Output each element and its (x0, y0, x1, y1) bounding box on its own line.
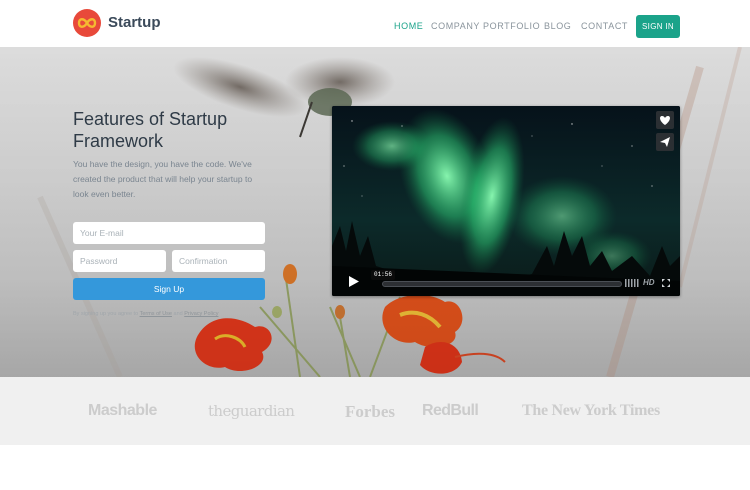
send-icon[interactable] (656, 133, 674, 151)
confirmation-field[interactable] (172, 250, 265, 272)
terms-of-use-link[interactable]: Terms of Use (140, 311, 172, 317)
password-field[interactable] (73, 250, 166, 272)
terms-prefix: By signing up you agree to (73, 311, 139, 317)
site-header: Startup HOME COMPANY PORTFOLIO BLOG CONT… (0, 0, 750, 47)
terms-and: and (173, 311, 183, 317)
play-icon[interactable] (349, 276, 359, 287)
video-progress-bar[interactable] (382, 281, 622, 287)
press-logo-mashable: Mashable (88, 402, 157, 419)
nav-home[interactable]: HOME (394, 21, 423, 31)
nav-blog[interactable]: BLOG (544, 21, 571, 31)
press-logo-forbes: Forbes (345, 402, 396, 421)
nav-contact[interactable]: CONTACT (581, 21, 628, 31)
aurora-video-frame (332, 106, 680, 296)
volume-icon[interactable] (625, 279, 639, 287)
time-indicator: 01:56 (371, 270, 395, 280)
email-field[interactable] (73, 222, 265, 244)
sign-in-button[interactable]: SIGN IN (636, 15, 680, 38)
press-logo-guardian: theguardian (208, 402, 295, 420)
brand-name[interactable]: Startup (108, 14, 161, 31)
hero-description: You have the design, you have the code. … (73, 159, 253, 199)
logo-icon[interactable] (73, 9, 101, 37)
nav-company[interactable]: COMPANY (431, 21, 480, 31)
terms-text: By signing up you agree to Terms of Use … (73, 311, 218, 317)
press-logo-redbull: RedBull (422, 402, 479, 419)
press-logo-nytimes: The New York Times (522, 402, 660, 419)
video-controls: 01:56 HD (332, 270, 680, 296)
privacy-policy-link[interactable]: Privacy Policy (184, 311, 218, 317)
heart-icon[interactable] (656, 111, 674, 129)
hd-quality-label[interactable]: HD (643, 278, 655, 287)
sign-up-button[interactable]: Sign Up (73, 278, 265, 300)
hero-title: Features of Startup Framework (73, 109, 228, 151)
press-logos-bar: Mashable theguardian Forbes RedBull The … (0, 377, 750, 445)
fullscreen-icon[interactable] (662, 279, 670, 287)
nav-portfolio[interactable]: PORTFOLIO (483, 21, 540, 31)
video-player[interactable] (332, 106, 680, 296)
